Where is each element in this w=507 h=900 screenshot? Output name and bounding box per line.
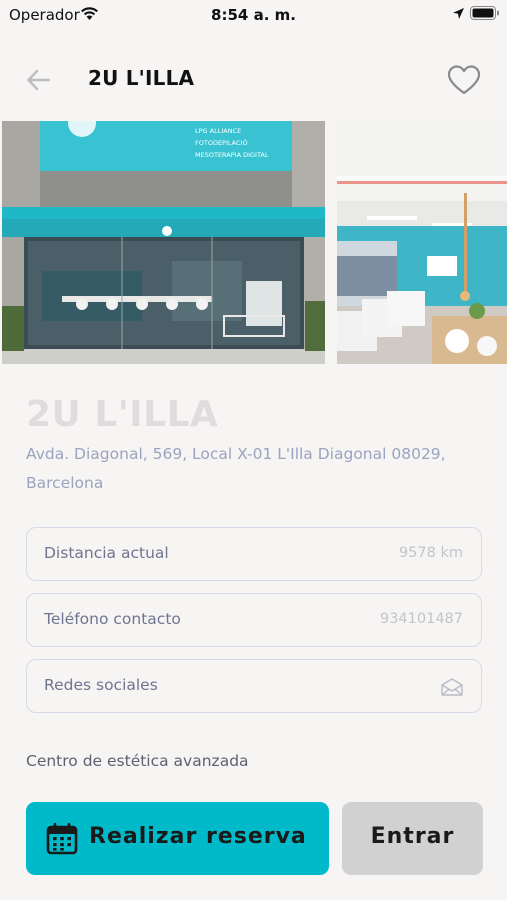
- photo-gallery[interactable]: LPG ALLIANCE FOTODEPILACIÓ MESOTERAPIA D…: [0, 121, 507, 364]
- heart-icon: [447, 65, 481, 95]
- back-button[interactable]: [24, 64, 54, 96]
- phone-label: Teléfono contacto: [44, 610, 181, 628]
- phone-value[interactable]: 934101487: [380, 611, 463, 627]
- arrow-left-icon: [27, 69, 51, 91]
- favorite-button[interactable]: [446, 63, 482, 97]
- mail-icon[interactable]: [440, 677, 464, 697]
- storefront-photo: LPG ALLIANCE FOTODEPILACIÓ MESOTERAPIA D…: [2, 121, 325, 364]
- distance-field: Distancia actual 9578 km: [26, 527, 482, 581]
- calendar-icon: [46, 823, 78, 855]
- page-title: 2U L'ILLA: [88, 66, 195, 90]
- sign-line-2: FOTODEPILACIÓ: [195, 138, 248, 147]
- distance-value: 9578 km: [398, 545, 463, 561]
- enter-button[interactable]: Entrar: [342, 802, 483, 875]
- sign-line-3: MESOTERAPIA DIGITAL: [195, 151, 269, 159]
- gallery-photo-storefront[interactable]: LPG ALLIANCE FOTODEPILACIÓ MESOTERAPIA D…: [2, 121, 325, 364]
- venue-address[interactable]: Avda. Diagonal, 569, Local X-01 L'Illa D…: [26, 440, 466, 498]
- interior-photo: [337, 121, 507, 364]
- location-arrow-icon: [453, 8, 464, 19]
- phone-field[interactable]: Teléfono contacto 934101487: [26, 593, 482, 647]
- venue-description: Centro de estética avanzada: [26, 752, 249, 770]
- make-reservation-button[interactable]: Realizar reserva: [26, 802, 329, 875]
- enter-label: Entrar: [370, 824, 455, 849]
- sign-line-1: LPG ALLIANCE: [195, 127, 241, 135]
- social-networks-label: Redes sociales: [44, 676, 158, 694]
- distance-label: Distancia actual: [44, 544, 169, 562]
- status-bar: Operador 8:54 a. m.: [0, 0, 507, 28]
- make-reservation-label: Realizar reserva: [89, 824, 307, 849]
- gallery-photo-interior[interactable]: [337, 121, 507, 364]
- status-time: 8:54 a. m.: [211, 6, 296, 24]
- social-networks-field[interactable]: Redes sociales: [26, 659, 482, 713]
- battery-icon: [470, 6, 499, 20]
- venue-name: 2U L'ILLA: [26, 394, 219, 435]
